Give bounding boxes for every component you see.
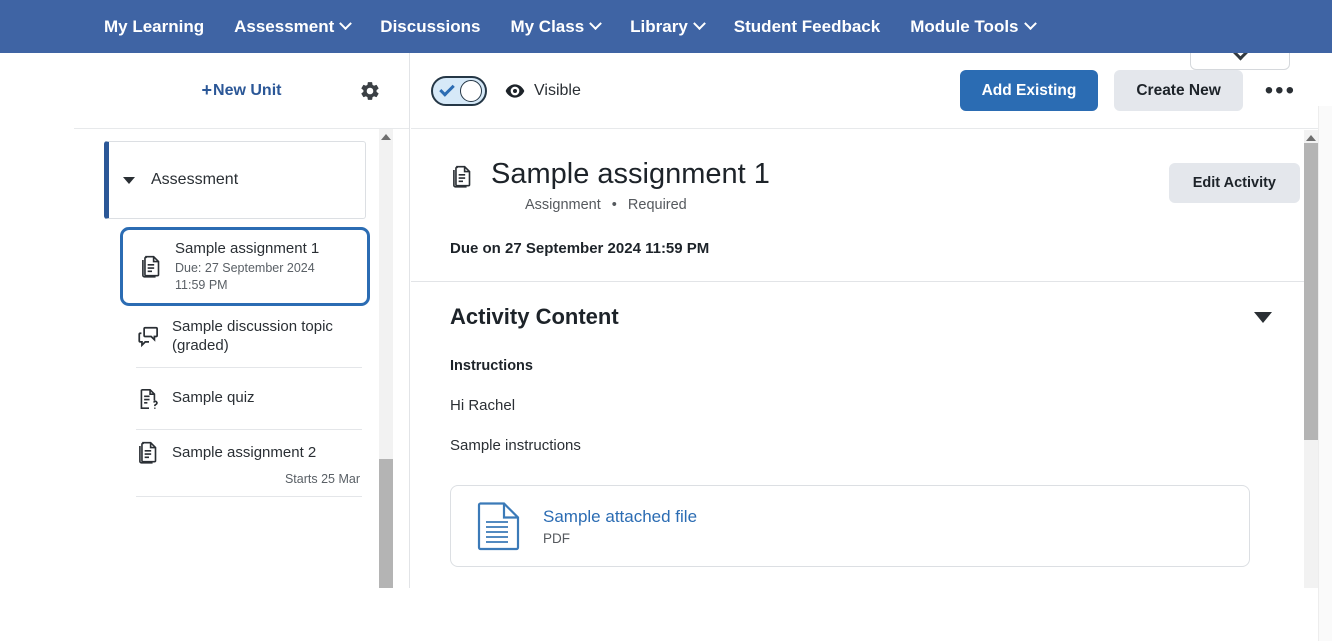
plus-icon: + [202, 80, 213, 101]
instructions-paragraph-1: Hi Rachel [450, 397, 1332, 414]
unit-label: Assessment [151, 171, 238, 189]
instructions-paragraph-2: Sample instructions [450, 437, 1332, 454]
gear-icon[interactable] [359, 80, 381, 102]
assignment-icon [450, 164, 476, 190]
sidebar-item-text: Sample quiz [172, 389, 362, 408]
scroll-up-arrow-icon[interactable] [381, 134, 391, 140]
add-existing-button[interactable]: Add Existing [960, 70, 1099, 111]
activity-scroll-area: Sample assignment 1 Assignment • Require… [411, 130, 1332, 588]
activity-type: Assignment [525, 197, 601, 213]
sidebar-item-text: Sample assignment 2 [172, 444, 362, 463]
attachment-type: PDF [543, 531, 697, 546]
nav-label: Assessment [234, 17, 334, 37]
nav-item-module-tools[interactable]: Module Tools [910, 17, 1034, 37]
sidebar-item-start-date: Starts 25 Mar [136, 472, 362, 486]
attachment-text: Sample attached file PDF [543, 507, 697, 546]
edit-activity-wrapper: Edit Activity [1169, 163, 1300, 203]
chevron-down-icon [693, 17, 706, 30]
pdf-file-icon [476, 500, 522, 552]
sidebar-item-text: Sample assignment 1 Due: 27 September 20… [175, 240, 367, 293]
chevron-down-icon [1024, 17, 1037, 30]
nav-label: My Learning [104, 17, 204, 37]
nav-item-assessment[interactable]: Assessment [234, 17, 350, 37]
sidebar-item-title: Sample quiz [172, 389, 362, 408]
toggle-knob [460, 80, 482, 102]
section-title: Activity Content [450, 304, 619, 330]
scrollbar-thumb[interactable] [379, 459, 393, 588]
edit-activity-button[interactable]: Edit Activity [1169, 163, 1300, 203]
activity-content-header: Activity Content [411, 282, 1332, 330]
nav-label: My Class [510, 17, 584, 37]
page-body: + New Unit Assessment [0, 53, 1332, 588]
sidebar-item-title: Sample assignment 1 [175, 240, 367, 259]
sidebar-scrollbar[interactable] [379, 129, 393, 588]
nav-label: Discussions [380, 17, 480, 37]
attachment-card[interactable]: Sample attached file PDF [450, 485, 1250, 567]
visibility-status: Visible [505, 82, 581, 100]
more-options-icon[interactable]: ••• [1261, 79, 1300, 103]
unit-tree-header: + New Unit [74, 53, 409, 129]
nav-item-library[interactable]: Library [630, 17, 704, 37]
eye-icon [505, 83, 525, 99]
new-unit-label: New Unit [213, 82, 281, 100]
content-scrollbar[interactable] [1304, 130, 1318, 588]
activity-requirement: Required [628, 197, 687, 213]
nav-item-my-class[interactable]: My Class [510, 17, 600, 37]
assignment-icon [136, 440, 166, 466]
create-new-button[interactable]: Create New [1114, 70, 1242, 111]
sidebar-item-title: Sample discussion topic (graded) [172, 318, 362, 356]
activity-detail-panel: Visible Add Existing Create New ••• [411, 53, 1332, 588]
instructions-label: Instructions [450, 358, 1332, 374]
sidebar-item-due-date: Due: 27 September 2024 [175, 260, 367, 276]
nav-item-student-feedback[interactable]: Student Feedback [734, 17, 880, 37]
quiz-icon [136, 386, 166, 412]
sidebar-item-sample-assignment-1[interactable]: Sample assignment 1 Due: 27 September 20… [120, 227, 370, 306]
window-scrollbar[interactable] [1318, 106, 1332, 641]
sidebar-item-sample-discussion-topic[interactable]: Sample discussion topic (graded) [136, 306, 362, 368]
chevron-down-icon [589, 17, 602, 30]
assignment-icon [139, 254, 169, 280]
nav-label: Module Tools [910, 17, 1018, 37]
new-unit-button[interactable]: + New Unit [202, 80, 282, 101]
sidebar-item-title: Sample assignment 2 [172, 444, 362, 463]
nav-item-discussions[interactable]: Discussions [380, 17, 480, 37]
checkmark-icon [439, 81, 455, 97]
sidebar-item-text: Sample discussion topic (graded) [172, 318, 362, 356]
scrollbar-thumb[interactable] [1304, 143, 1318, 440]
triangle-down-icon [123, 177, 135, 184]
unit-header-assessment[interactable]: Assessment [104, 141, 366, 219]
page-title: Sample assignment 1 [491, 158, 770, 191]
visibility-toggle[interactable] [431, 76, 487, 106]
nav-label: Student Feedback [734, 17, 880, 37]
meta-separator: • [612, 197, 617, 213]
triangle-down-icon[interactable] [1254, 312, 1272, 323]
sidebar-item-sample-assignment-2[interactable]: Sample assignment 2 Starts 25 Mar [136, 430, 362, 497]
top-navigation-bar: My Learning Assessment Discussions My Cl… [0, 0, 1332, 53]
scroll-up-arrow-icon[interactable] [1306, 135, 1316, 141]
unit-tree: Assessment Sample assignment 1 Due: 27 S… [0, 129, 392, 588]
unit-tree-panel: + New Unit Assessment [0, 53, 410, 588]
nav-item-my-learning[interactable]: My Learning [104, 17, 204, 37]
visibility-label: Visible [534, 82, 581, 100]
chevron-down-icon [339, 17, 352, 30]
sidebar-item-sample-quiz[interactable]: Sample quiz [136, 368, 362, 430]
activity-due-date: Due on 27 September 2024 11:59 PM [450, 240, 1332, 257]
attachment-name[interactable]: Sample attached file [543, 507, 697, 527]
discussion-icon [136, 324, 166, 350]
sidebar-item-due-time: 11:59 PM [175, 277, 367, 293]
nav-label: Library [630, 17, 688, 37]
